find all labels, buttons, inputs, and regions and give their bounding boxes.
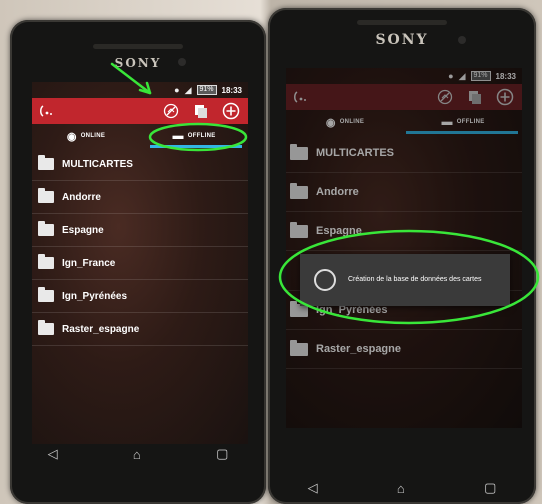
nav-bar: ◁ ⌂ ▢ — [10, 438, 266, 470]
status-bar: ● ◢ 91% 18:33 — [286, 68, 522, 84]
brand-logo: SONY — [375, 32, 429, 48]
right-screen: ● ◢ 91% 18:33 ◉ ONLINE ▬ OFFLINE MULTICA… — [286, 68, 522, 428]
nav-bar: ◁ ⌂ ▢ — [268, 472, 536, 504]
add-icon[interactable] — [494, 86, 516, 108]
progress-dialog: Création de la base de données des carte… — [300, 254, 510, 306]
tab-selected-indicator — [150, 145, 242, 148]
folder-label: Andorre — [62, 191, 101, 203]
folder-icon — [290, 182, 308, 199]
folder-list: MULTICARTES Andorre Espagne Ign_Pyrénées… — [286, 134, 522, 369]
no-network-icon[interactable] — [434, 86, 456, 108]
tab-offline-label: OFFLINE — [187, 133, 216, 139]
globe-icon: ◉ — [325, 116, 336, 129]
folder-item[interactable]: Ign_France — [32, 247, 248, 280]
folder-icon — [38, 320, 54, 335]
globe-icon: ◉ — [66, 130, 77, 143]
recents-icon[interactable]: ▢ — [216, 446, 228, 462]
loading-spinner-icon — [314, 269, 336, 291]
folder-item[interactable]: MULTICARTES — [32, 148, 248, 181]
folder-icon — [38, 188, 54, 203]
folder-item[interactable]: Espagne — [32, 214, 248, 247]
folder-item[interactable]: Andorre — [32, 181, 248, 214]
folder-icon — [38, 155, 54, 170]
speaker-grille — [93, 44, 183, 49]
folder-icon — [38, 287, 54, 302]
tab-bar: ◉ ONLINE ▬ OFFLINE — [286, 110, 522, 134]
folder-label: Raster_espagne — [316, 343, 401, 355]
action-bar — [32, 98, 248, 124]
tab-bar: ◉ ONLINE ▬ OFFLINE — [32, 124, 248, 148]
tab-online[interactable]: ◉ ONLINE — [32, 124, 140, 148]
front-camera — [178, 58, 186, 66]
right-phone: SONY ● ◢ 91% 18:33 ◉ ONLINE ▬ OFFLINE MU… — [268, 8, 536, 504]
home-icon[interactable]: ⌂ — [133, 447, 141, 462]
battery-indicator: 91% — [196, 85, 217, 95]
brand-logo: SONY — [114, 56, 162, 70]
sd-card-icon: ▬ — [441, 116, 453, 128]
back-icon[interactable]: ◁ — [308, 480, 318, 496]
folder-label: Andorre — [316, 186, 359, 198]
left-screen: ● ◢ 91% 18:33 ◉ ONLINE ▬ OFFLINE MULTICA… — [32, 82, 248, 444]
copy-maps-icon[interactable] — [190, 100, 212, 122]
folder-item[interactable]: Espagne — [286, 212, 522, 251]
folder-list: MULTICARTES Andorre Espagne Ign_France I… — [32, 148, 248, 346]
folder-icon — [290, 221, 308, 238]
sd-card-icon: ▬ — [172, 130, 184, 142]
folder-icon — [290, 339, 308, 356]
clock: 18:33 — [221, 85, 242, 95]
signal-icon: ◢ — [458, 70, 466, 81]
folder-label: Espagne — [316, 225, 362, 237]
alarm-icon: ● — [174, 85, 180, 95]
progress-message: Création de la base de données des carte… — [348, 276, 482, 283]
folder-label: Ign_France — [62, 257, 116, 269]
alarm-icon: ● — [448, 71, 454, 81]
action-bar — [286, 84, 522, 110]
tab-selected-indicator — [406, 131, 518, 134]
tab-online-label: ONLINE — [80, 133, 106, 139]
clock: 18:33 — [495, 71, 516, 81]
folder-item[interactable]: Ign_Pyrénées — [32, 280, 248, 313]
add-icon[interactable] — [220, 100, 242, 122]
speaker-grille — [357, 20, 447, 25]
tab-online[interactable]: ◉ ONLINE — [286, 110, 404, 134]
front-camera — [458, 36, 466, 44]
back-icon[interactable]: ◁ — [48, 446, 58, 462]
copy-maps-icon[interactable] — [464, 86, 486, 108]
folder-label: Espagne — [62, 224, 104, 236]
tab-online-label: ONLINE — [339, 119, 365, 125]
app-logo-icon[interactable] — [38, 102, 56, 120]
battery-indicator: 91% — [470, 71, 491, 81]
status-bar: ● ◢ 91% 18:33 — [32, 82, 248, 98]
folder-icon — [290, 143, 308, 160]
no-network-icon[interactable] — [160, 100, 182, 122]
folder-item[interactable]: Raster_espagne — [32, 313, 248, 346]
folder-item[interactable]: Raster_espagne — [286, 330, 522, 369]
recents-icon[interactable]: ▢ — [484, 480, 496, 496]
folder-item[interactable]: MULTICARTES — [286, 134, 522, 173]
left-phone: SONY ● ◢ 91% 18:33 ◉ ONLINE ▬ OFFLINE MU… — [10, 20, 266, 504]
tab-offline-label: OFFLINE — [456, 119, 485, 125]
folder-label: MULTICARTES — [316, 147, 395, 159]
home-icon[interactable]: ⌂ — [397, 481, 405, 496]
app-logo-icon[interactable] — [292, 88, 310, 106]
folder-label: MULTICARTES — [62, 158, 133, 170]
signal-icon: ◢ — [184, 84, 192, 95]
folder-icon — [38, 254, 54, 269]
folder-item[interactable]: Andorre — [286, 173, 522, 212]
folder-icon — [38, 221, 54, 236]
folder-label: Ign_Pyrénées — [62, 290, 128, 302]
folder-label: Raster_espagne — [62, 323, 140, 335]
